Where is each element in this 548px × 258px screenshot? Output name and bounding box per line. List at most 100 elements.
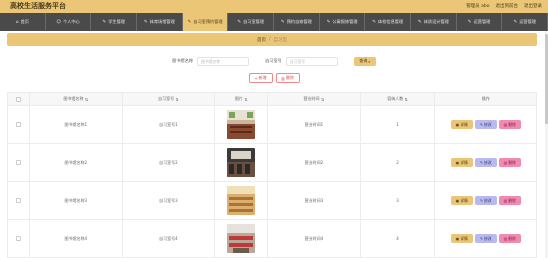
nav-item-0[interactable]: ⌂ 首页 bbox=[0, 13, 46, 31]
detail-button[interactable]: ▣ 详情 bbox=[450, 120, 473, 129]
cell-room: 自习室号1 bbox=[123, 106, 216, 143]
nav-item-11[interactable]: ✎ 运营管理 bbox=[502, 13, 548, 31]
table-row: 图书馆名称4 自习室号4 营业时间4 4 ▣ 详情 ✎ 修改 ▥ 删除 bbox=[7, 220, 537, 258]
row-select-cell bbox=[8, 106, 30, 143]
room-number-input[interactable]: 自习室号 bbox=[285, 56, 338, 66]
room-photo bbox=[227, 224, 256, 253]
nav-item-label: 个人中心 bbox=[62, 19, 80, 24]
delete-button[interactable]: ▥ 删除 bbox=[498, 196, 521, 205]
search-button-label: 查询 bbox=[359, 58, 368, 63]
search-bar: 图书馆名称 图书馆名称 自习室号 自习室号 查询 ⌕ bbox=[0, 56, 548, 66]
plus-icon: + bbox=[254, 75, 258, 81]
row-checkbox[interactable] bbox=[15, 122, 21, 127]
edit-button[interactable]: ✎ 修改 bbox=[474, 120, 497, 129]
edit-button[interactable]: ✎ 修改 bbox=[474, 234, 497, 243]
nav-item-3[interactable]: ✎ 体育场馆管理 bbox=[137, 13, 183, 31]
edit-icon: ✎ bbox=[326, 19, 331, 25]
cell-capacity: 4 bbox=[361, 220, 436, 257]
edit-button[interactable]: ✎ 修改 bbox=[474, 196, 497, 205]
table-body: 图书馆名称1 自习室号1 营业时间1 1 ▣ 详情 ✎ 修改 ▥ 删除 图书馆名称2 自习室号2 营业时… bbox=[7, 106, 537, 258]
edit-icon: ✎ bbox=[237, 19, 242, 25]
breadcrumb: 首页 / 自习室 bbox=[7, 33, 537, 46]
col-header-library-name[interactable]: 图书馆名称 ⇅ bbox=[30, 93, 123, 105]
nav-item-10[interactable]: ✎ 运营管理 bbox=[457, 13, 503, 31]
back-to-front-link[interactable]: 退出到前台 bbox=[496, 2, 519, 11]
cell-hours: 营业时间1 bbox=[268, 106, 361, 143]
nav-item-9[interactable]: ✎ 体质设计管理 bbox=[411, 13, 457, 31]
batch-delete-label: 删除 bbox=[285, 75, 294, 80]
delete-button[interactable]: ▥ 删除 bbox=[498, 158, 521, 167]
nav-item-7[interactable]: ✎ 公寓报修管理 bbox=[320, 13, 366, 31]
library-name-label: 图书馆名称 bbox=[172, 58, 194, 63]
cell-room: 自习室号3 bbox=[123, 182, 216, 219]
detail-button[interactable]: ▣ 详情 bbox=[450, 158, 473, 167]
row-checkbox[interactable] bbox=[15, 160, 21, 165]
nav-item-label: 预约自修管理 bbox=[286, 19, 312, 24]
table-row: 图书馆名称3 自习室号3 营业时间3 3 ▣ 详情 ✎ 修改 ▥ 删除 bbox=[7, 182, 537, 220]
search-button[interactable]: 查询 ⌕ bbox=[353, 56, 376, 66]
col-header-actions: 操作 bbox=[481, 96, 490, 101]
nav-item-6[interactable]: ✎ 预约自修管理 bbox=[274, 13, 320, 31]
trash-icon: ▥ bbox=[503, 160, 508, 165]
trash-icon: ▥ bbox=[503, 198, 508, 203]
row-checkbox[interactable] bbox=[15, 236, 21, 241]
edit-icon: ✎ bbox=[479, 198, 483, 203]
cell-room: 自习室号2 bbox=[123, 144, 216, 181]
add-button-label: 新增 bbox=[258, 75, 267, 80]
edit-icon: ✎ bbox=[187, 19, 192, 25]
add-button[interactable]: + 新增 bbox=[248, 73, 273, 83]
logout-link[interactable]: 退出登录 bbox=[524, 2, 542, 11]
edit-icon: ✎ bbox=[467, 19, 472, 25]
library-name-input[interactable]: 图书馆名称 bbox=[197, 56, 250, 66]
edit-icon: ✎ bbox=[513, 19, 518, 25]
cell-hours: 营业时间3 bbox=[268, 182, 361, 219]
cell-image bbox=[215, 106, 269, 143]
detail-icon: ▣ bbox=[455, 236, 460, 241]
nav-item-label: 体质设计管理 bbox=[423, 19, 449, 24]
cell-image bbox=[215, 220, 269, 257]
nav-item-4[interactable]: ✎ 自习室预约管理 bbox=[182, 13, 229, 31]
detail-icon: ▣ bbox=[455, 122, 460, 127]
cell-actions: ▣ 详情 ✎ 修改 ▥ 删除 bbox=[435, 144, 536, 181]
col-header-capacity[interactable]: 容纳人数 ⇅ bbox=[361, 93, 436, 105]
col-header-room[interactable]: 自习室号 ⇅ bbox=[123, 93, 216, 105]
cell-hours: 营业时间4 bbox=[268, 220, 361, 257]
edit-button[interactable]: ✎ 修改 bbox=[474, 158, 497, 167]
nav-item-5[interactable]: ✎ 自习室管理 bbox=[228, 13, 275, 31]
search-icon: ⌕ bbox=[368, 58, 371, 64]
row-checkbox[interactable] bbox=[15, 198, 21, 203]
select-all-checkbox[interactable] bbox=[15, 96, 21, 102]
delete-button[interactable]: ▥ 删除 bbox=[498, 234, 521, 243]
table-row: 图书馆名称2 自习室号2 营业时间2 2 ▣ 详情 ✎ 修改 ▥ 删除 bbox=[7, 144, 537, 182]
select-all-cell bbox=[8, 93, 30, 105]
nav-item-2[interactable]: ✎ 学生管理 bbox=[91, 13, 138, 31]
nav-item-label: 体育场馆管理 bbox=[149, 19, 175, 24]
cell-capacity: 2 bbox=[361, 144, 436, 181]
nav-item-8[interactable]: ✎ 体检信息管理 bbox=[365, 13, 412, 31]
breadcrumb-home[interactable]: 首页 bbox=[257, 37, 266, 43]
cell-actions: ▣ 详情 ✎ 修改 ▥ 删除 bbox=[435, 220, 536, 257]
detail-button[interactable]: ▣ 详情 bbox=[450, 196, 473, 205]
header-user-area: 管理员 abo 退出到前台 退出登录 bbox=[466, 2, 542, 11]
cell-capacity: 3 bbox=[361, 182, 436, 219]
detail-button[interactable]: ▣ 详情 bbox=[450, 234, 473, 243]
edit-icon: ✎ bbox=[102, 19, 107, 25]
table-header: 图书馆名称 ⇅ 自习室号 ⇅ 图片 ⇅ 营业时间 ⇅ 容纳人数 ⇅ 操作 bbox=[7, 92, 537, 106]
detail-icon: ▣ bbox=[455, 160, 460, 165]
home-icon: ⌂ bbox=[15, 19, 19, 25]
delete-button[interactable]: ▥ 删除 bbox=[498, 120, 521, 129]
data-table: 图书馆名称 ⇅ 自习室号 ⇅ 图片 ⇅ 营业时间 ⇅ 容纳人数 ⇅ 操作 图书馆… bbox=[7, 92, 537, 258]
room-number-label: 自习室号 bbox=[265, 58, 282, 63]
edit-icon: ✎ bbox=[479, 122, 483, 127]
col-header-hours[interactable]: 营业时间 ⇅ bbox=[268, 93, 361, 105]
nav-item-1[interactable]: ☺ 个人中心 bbox=[46, 13, 92, 31]
cell-image bbox=[215, 144, 269, 181]
nav-item-label: 自习室预约管理 bbox=[193, 19, 223, 24]
edit-icon: ✎ bbox=[143, 19, 148, 25]
row-select-cell bbox=[8, 182, 30, 219]
batch-delete-button[interactable]: ▥ 删除 bbox=[275, 73, 300, 83]
trash-icon: ▥ bbox=[503, 236, 508, 241]
cell-room: 自习室号4 bbox=[123, 220, 216, 257]
nav-item-label: 公寓报修管理 bbox=[332, 19, 358, 24]
col-header-image: 图片 ⇅ bbox=[215, 93, 269, 105]
